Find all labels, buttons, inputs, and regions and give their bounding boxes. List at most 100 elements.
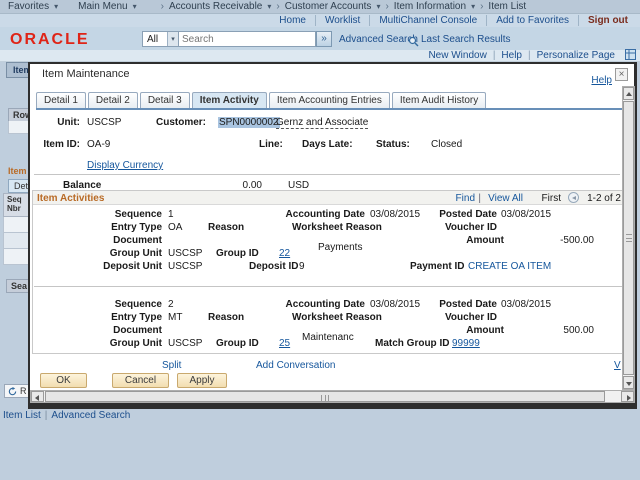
sequence-value: 1 xyxy=(168,209,174,220)
amount-label: Amount xyxy=(412,325,504,336)
chevron-down-icon: ▾ xyxy=(376,2,380,11)
unit-value: USCSP xyxy=(87,117,121,128)
tab-item-accounting-entries[interactable]: Item Accounting Entries xyxy=(269,92,390,108)
close-icon[interactable]: × xyxy=(615,68,628,81)
last-search-results-link[interactable]: Last Search Results xyxy=(421,34,511,45)
voucher-id-label: Voucher ID xyxy=(405,222,497,233)
deposit-id-value: 9 xyxy=(299,261,305,272)
tab-detail-3[interactable]: Detail 3 xyxy=(140,92,190,108)
accounting-date-label: Accounting Date xyxy=(273,299,365,310)
view-all-link[interactable]: View All xyxy=(488,193,523,204)
crumb-separator-icon: › xyxy=(276,1,279,12)
add-conversation-link[interactable]: Add Conversation xyxy=(256,360,336,371)
divider: | xyxy=(45,410,48,421)
scroll-down-icon[interactable] xyxy=(623,376,634,389)
main-menu[interactable]: Main Menu xyxy=(78,1,127,12)
line-label: Line: xyxy=(259,139,283,150)
breadcrumb-accounts-receivable[interactable]: Accounts Receivable xyxy=(169,1,262,12)
entry-type-label: Entry Type xyxy=(70,312,162,323)
page-actions-bar: New Window | Help | Personalize Page xyxy=(0,50,640,62)
tab-detail-1[interactable]: Detail 1 xyxy=(36,92,86,108)
sequence-value: 2 xyxy=(168,299,174,310)
match-group-id-label: Match Group ID xyxy=(375,338,449,349)
new-window-link[interactable]: New Window xyxy=(422,50,492,61)
group-unit-label: Group Unit xyxy=(70,338,162,349)
item-list-link[interactable]: Item List xyxy=(3,410,41,421)
add-to-favorites-link[interactable]: Add to Favorites xyxy=(487,15,579,26)
match-group-id-link[interactable]: 99999 xyxy=(452,338,480,349)
sequence-label: Sequence xyxy=(70,299,162,310)
customer-name[interactable]: Gernz and Associate xyxy=(276,117,368,129)
dialog-title: Item Maintenance xyxy=(42,68,129,80)
advanced-search-link-bottom[interactable]: Advanced Search xyxy=(51,410,130,421)
tab-detail-2[interactable]: Detail 2 xyxy=(88,92,138,108)
breadcrumb-item-information[interactable]: Item Information xyxy=(394,1,466,12)
group-id-link[interactable]: 22 xyxy=(279,248,290,259)
group-unit-value: USCSP xyxy=(168,248,202,259)
divider: | xyxy=(478,193,481,204)
display-currency-link[interactable]: Display Currency xyxy=(87,160,163,171)
refresh-icon xyxy=(8,387,17,396)
tab-item-activity[interactable]: Item Activity xyxy=(192,92,267,108)
divider xyxy=(34,174,620,175)
group-id-label: Group ID xyxy=(216,338,259,349)
brand-search-bar: ORACLE All ▾ » Advanced Search Last Sear… xyxy=(0,27,640,50)
help-link[interactable]: Help xyxy=(495,50,528,61)
worksheet-reason-label: Worksheet Reason xyxy=(292,312,382,323)
posted-date-label: Posted Date xyxy=(405,209,497,220)
horizontal-scrollbar[interactable] xyxy=(30,390,635,403)
search-go-button[interactable]: » xyxy=(316,31,332,47)
home-link[interactable]: Home xyxy=(270,15,316,26)
posted-date-value: 03/08/2015 xyxy=(501,299,551,310)
vertical-scrollbar[interactable] xyxy=(622,86,635,390)
item-activities-title: Item Activities xyxy=(37,193,104,204)
breadcrumb-customer-accounts[interactable]: Customer Accounts xyxy=(285,1,372,12)
reason-label: Reason xyxy=(208,312,244,323)
deposit-unit-value: USCSP xyxy=(168,261,202,272)
document-label: Document xyxy=(70,325,162,336)
pagination-first[interactable]: First xyxy=(542,193,561,204)
split-link[interactable]: Split xyxy=(162,360,181,371)
pagination-range: 1-2 of 2 xyxy=(587,193,621,204)
vertical-scrollbar-thumb[interactable] xyxy=(623,101,634,375)
group-id-link[interactable]: 25 xyxy=(279,338,290,349)
header-links-bar: Home Worklist MultiChannel Console Add t… xyxy=(0,14,640,27)
tab-item-audit-history[interactable]: Item Audit History xyxy=(392,92,486,108)
chevron-down-icon[interactable]: ▾ xyxy=(167,32,178,46)
favorites-menu[interactable]: Favorites xyxy=(8,1,49,12)
multichannel-console-link[interactable]: MultiChannel Console xyxy=(370,15,487,26)
chevron-down-icon: ▾ xyxy=(471,2,475,11)
tab-bar: Detail 1 Detail 2 Detail 3 Item Activity… xyxy=(36,92,622,110)
application-window: Favorites ▾ Main Menu ▾ › Accounts Recei… xyxy=(0,0,640,480)
personalize-page-link[interactable]: Personalize Page xyxy=(531,50,621,61)
scroll-right-icon[interactable] xyxy=(621,391,634,402)
search-scope-select[interactable]: All ▾ xyxy=(142,31,179,47)
worklist-link[interactable]: Worklist xyxy=(316,15,370,26)
view-link-clipped[interactable]: V xyxy=(614,360,621,371)
advanced-search-link[interactable]: Advanced Search xyxy=(339,34,418,45)
breadcrumb: Favorites ▾ Main Menu ▾ › Accounts Recei… xyxy=(0,0,640,14)
entry-type-value: MT xyxy=(168,312,182,323)
horizontal-scrollbar-thumb[interactable] xyxy=(45,391,605,402)
create-oa-item-link[interactable]: CREATE OA ITEM xyxy=(468,261,551,272)
chevron-down-icon: ▾ xyxy=(133,2,137,11)
sign-out-link[interactable]: Sign out xyxy=(579,15,630,26)
scroll-up-icon[interactable] xyxy=(623,87,634,100)
pagination-prev-icon[interactable] xyxy=(568,192,579,203)
breadcrumb-item-list[interactable]: Item List xyxy=(488,1,526,12)
item-id-value: OA-9 xyxy=(87,139,110,150)
group-id-label: Group ID xyxy=(216,248,259,259)
posted-date-value: 03/08/2015 xyxy=(501,209,551,220)
chevron-down-icon: ▾ xyxy=(267,2,271,11)
customer-id-field[interactable]: SPN0000002 xyxy=(218,117,280,128)
help-link-dialog[interactable]: Help xyxy=(591,75,612,86)
search-input[interactable] xyxy=(179,31,316,47)
accounting-date-label: Accounting Date xyxy=(273,209,365,220)
search-scope-value: All xyxy=(143,34,167,45)
worksheet-reason-label: Worksheet Reason xyxy=(292,222,382,233)
scroll-left-icon[interactable] xyxy=(31,391,44,402)
entry-type-value: OA xyxy=(168,222,182,233)
days-late-label: Days Late: xyxy=(302,139,353,150)
item-id-label: Item ID: xyxy=(30,139,80,150)
find-link[interactable]: Find xyxy=(456,193,475,204)
